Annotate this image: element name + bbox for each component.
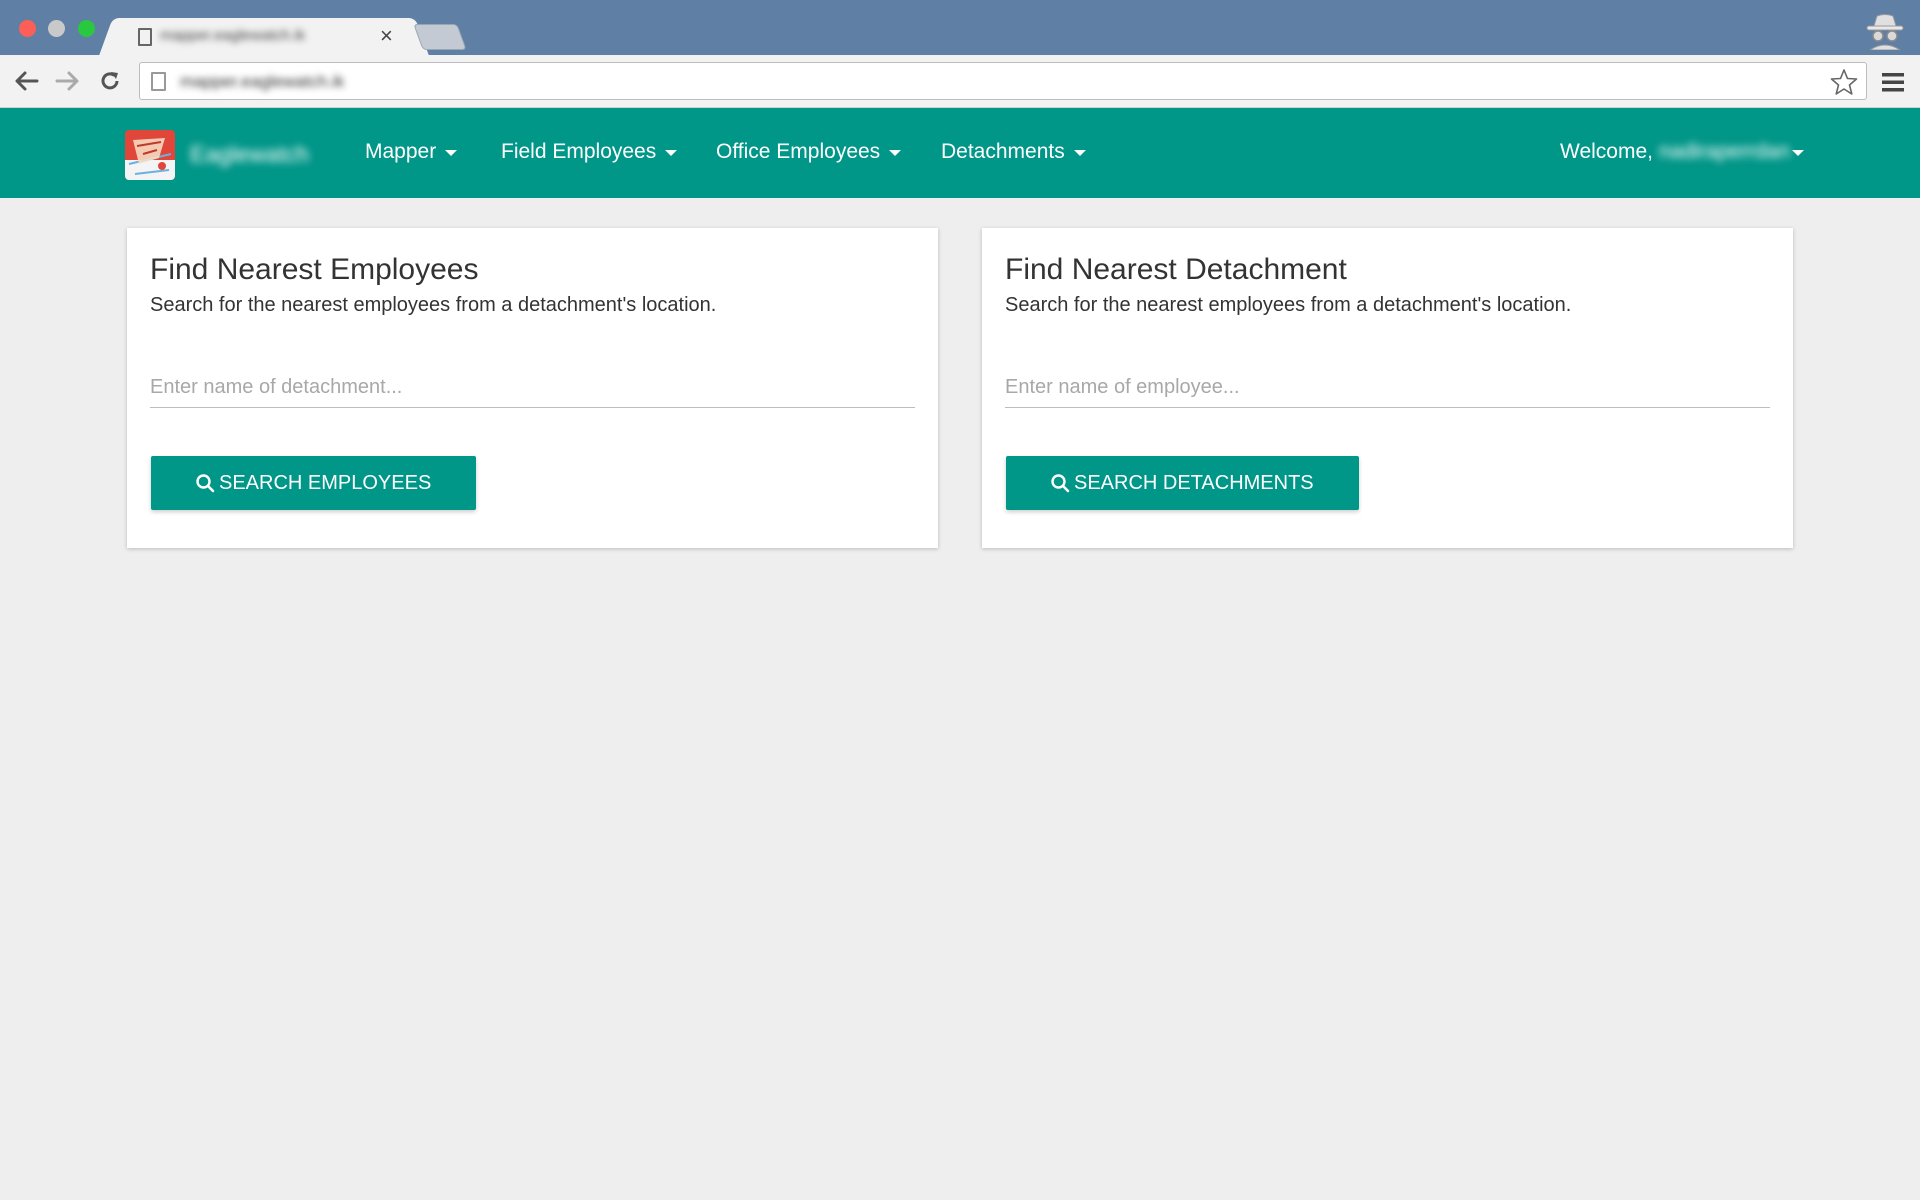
search-detachments-button[interactable]: SEARCH DETACHMENTS [1006, 456, 1359, 510]
nav-item-label: Field Employees [501, 140, 657, 163]
find-nearest-employees-card: Find Nearest Employees Search for the ne… [127, 228, 938, 548]
nav-item-mapper[interactable]: Mapper [365, 140, 458, 164]
browser-tab-active[interactable]: mapper.eaglewatch.ik × [118, 18, 410, 55]
forward-arrow-icon [55, 71, 79, 91]
nav-item-detachments[interactable]: Detachments [941, 140, 1086, 164]
user-menu[interactable]: Welcome, nadiraperrdan [1560, 140, 1804, 164]
detachment-name-input[interactable] [150, 368, 915, 408]
nav-item-office-employees[interactable]: Office Employees [716, 140, 902, 164]
minimize-window-button[interactable] [48, 20, 65, 37]
browser-toolbar: mapper.eaglewatch.ik [0, 55, 1920, 108]
close-window-button[interactable] [19, 20, 36, 37]
card-description: Search for the nearest employees from a … [150, 294, 717, 316]
app-navbar: Eaglewatch Mapper Field Employees Office… [0, 108, 1920, 198]
page-icon [151, 72, 166, 91]
browser-titlebar: mapper.eaglewatch.ik × [0, 0, 1920, 55]
back-button[interactable] [12, 67, 40, 95]
tab-close-button[interactable]: × [380, 23, 393, 49]
maximize-window-button[interactable] [78, 20, 95, 37]
brand-logo-icon [125, 130, 175, 180]
page-icon [138, 28, 152, 46]
search-employees-button[interactable]: SEARCH EMPLOYEES [151, 456, 477, 510]
username: nadiraperrdan [1658, 140, 1790, 163]
welcome-label: Welcome, [1560, 140, 1653, 163]
brand-logo[interactable] [125, 130, 175, 180]
find-nearest-detachment-card: Find Nearest Detachment Search for the n… [982, 228, 1793, 548]
nav-item-label: Office Employees [716, 140, 881, 163]
card-title: Find Nearest Detachment [1005, 253, 1347, 286]
nav-item-label: Mapper [365, 140, 437, 163]
hamburger-menu-icon[interactable] [1880, 70, 1906, 94]
reload-button[interactable] [96, 67, 124, 95]
button-label: SEARCH EMPLOYEES [219, 471, 432, 494]
incognito-icon [1866, 14, 1904, 50]
caret-down-icon [889, 150, 902, 156]
card-title: Find Nearest Employees [150, 253, 479, 286]
address-url: mapper.eaglewatch.ik [180, 72, 345, 91]
nav-item-label: Detachments [941, 140, 1065, 163]
caret-down-icon [1073, 150, 1086, 156]
caret-down-icon [665, 150, 678, 156]
caret-down-icon [1791, 150, 1804, 156]
new-tab-button[interactable] [413, 24, 467, 50]
button-label: SEARCH DETACHMENTS [1074, 471, 1314, 494]
address-bar[interactable]: mapper.eaglewatch.ik [139, 62, 1867, 100]
search-icon [1051, 474, 1070, 493]
reload-icon [101, 72, 119, 90]
forward-button[interactable] [54, 67, 82, 95]
card-description: Search for the nearest employees from a … [1005, 294, 1572, 316]
employee-name-input[interactable] [1005, 368, 1770, 408]
back-arrow-icon [15, 71, 39, 91]
caret-down-icon [445, 150, 458, 156]
nav-item-field-employees[interactable]: Field Employees [501, 140, 678, 164]
search-icon [196, 474, 215, 493]
brand-name[interactable]: Eaglewatch [190, 141, 309, 168]
star-icon[interactable] [1830, 68, 1858, 96]
tab-title: mapper.eaglewatch.ik [160, 27, 306, 44]
